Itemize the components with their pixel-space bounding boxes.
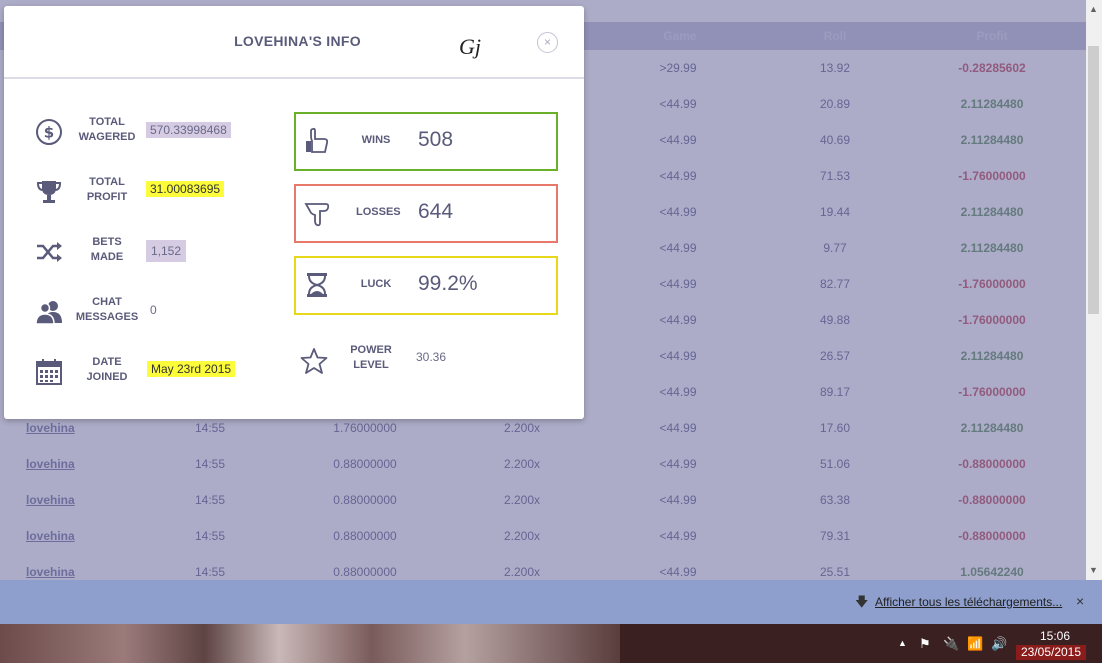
taskbar-clock-date[interactable]: 23/05/2015: [1016, 645, 1086, 660]
dollar-coin-icon: $: [36, 119, 62, 145]
windows-taskbar: ▲ ⚑ 🔌 📶 🔊 15:06 23/05/2015: [0, 624, 1102, 663]
chat-messages-label-line2: MESSAGES: [75, 311, 139, 323]
total-profit-value: 31.00083695: [146, 181, 225, 197]
show-hidden-icons-arrow-icon[interactable]: ▲: [898, 638, 907, 648]
total-wagered-label-line1: TOTAL: [89, 116, 125, 128]
page-scrollbar[interactable]: ▲ ▼: [1086, 0, 1102, 580]
action-center-flag-icon[interactable]: ⚑: [919, 636, 931, 652]
total-wagered-value: 570.33998468: [146, 122, 231, 138]
total-profit-label: TOTAL PROFIT: [72, 175, 142, 205]
date-joined-label-line1: DATE: [92, 356, 122, 368]
thumbs-down-hand-icon: [304, 203, 330, 227]
star-icon: [300, 348, 328, 374]
wins-value: 508: [418, 128, 454, 151]
system-tray: ▲ ⚑ 🔌 📶 🔊 15:06 23/05/2015: [620, 624, 1102, 663]
scroll-down-arrow-icon[interactable]: ▼: [1089, 565, 1098, 575]
luck-box: LUCK 99.2%: [294, 256, 558, 315]
downloads-bar: 🡇 Afficher tous les téléchargements... ×: [0, 580, 1102, 624]
total-profit-label-line1: TOTAL: [89, 176, 125, 188]
chat-messages-label-line1: CHAT: [92, 296, 122, 308]
losses-value: 644: [418, 200, 454, 223]
power-level-label: POWER LEVEL: [336, 343, 406, 373]
taskbar-wallpaper: [0, 624, 620, 663]
chat-messages-value: 0: [150, 303, 157, 317]
losses-label: LOSSES: [356, 206, 401, 218]
luck-value: 99.2%: [418, 272, 478, 295]
modal-title: LOVEHINA'S INFO: [234, 33, 361, 49]
user-info-modal: LOVEHINA'S INFO Gj × $ TOTAL WAGERED 570…: [4, 6, 584, 419]
total-wagered-label: TOTAL WAGERED: [72, 115, 142, 145]
volume-speaker-icon[interactable]: 🔊: [991, 636, 1007, 652]
network-signal-icon[interactable]: 📶: [967, 636, 983, 652]
calendar-icon: [36, 359, 62, 385]
thumbs-up-hand-icon: [306, 127, 329, 153]
wins-box: WINS 508: [294, 112, 558, 171]
total-wagered-label-line2: WAGERED: [78, 131, 136, 143]
svg-text:$: $: [44, 124, 54, 142]
downloads-bar-close-button[interactable]: ×: [1076, 593, 1084, 609]
users-icon: [35, 301, 62, 325]
trophy-icon: [36, 181, 62, 203]
date-joined-label-line2: JOINED: [86, 371, 128, 383]
chat-messages-label: CHAT MESSAGES: [72, 295, 142, 325]
scroll-thumb[interactable]: [1088, 46, 1099, 314]
date-joined-value: May 23rd 2015: [147, 361, 236, 377]
power-plug-icon[interactable]: 🔌: [943, 636, 959, 652]
wins-label: WINS: [361, 134, 391, 146]
total-profit-label-line2: PROFIT: [86, 191, 128, 203]
taskbar-clock-time[interactable]: 15:06: [1034, 629, 1076, 643]
bets-made-label-line1: BETS: [92, 236, 122, 248]
bets-made-value: 1,152: [146, 240, 187, 262]
download-arrow-icon: 🡇: [855, 594, 869, 609]
losses-box: LOSSES 644: [294, 184, 558, 243]
date-joined-label: DATE JOINED: [72, 355, 142, 385]
shuffle-icon: [37, 242, 62, 262]
power-level-label-line1: POWER: [350, 344, 392, 356]
power-level-value: 30.36: [416, 350, 447, 364]
scroll-up-arrow-icon[interactable]: ▲: [1089, 4, 1098, 14]
modal-divider: [4, 77, 584, 79]
bets-made-label: BETS MADE: [72, 235, 142, 265]
modal-close-button[interactable]: ×: [537, 32, 558, 53]
luck-label: LUCK: [360, 278, 392, 290]
handwritten-annotation: Gj: [459, 34, 481, 59]
power-level-label-line2: LEVEL: [353, 359, 389, 371]
show-all-downloads-link[interactable]: Afficher tous les téléchargements...: [875, 595, 1062, 609]
bets-made-label-line2: MADE: [90, 251, 124, 263]
hourglass-icon: [307, 273, 327, 297]
